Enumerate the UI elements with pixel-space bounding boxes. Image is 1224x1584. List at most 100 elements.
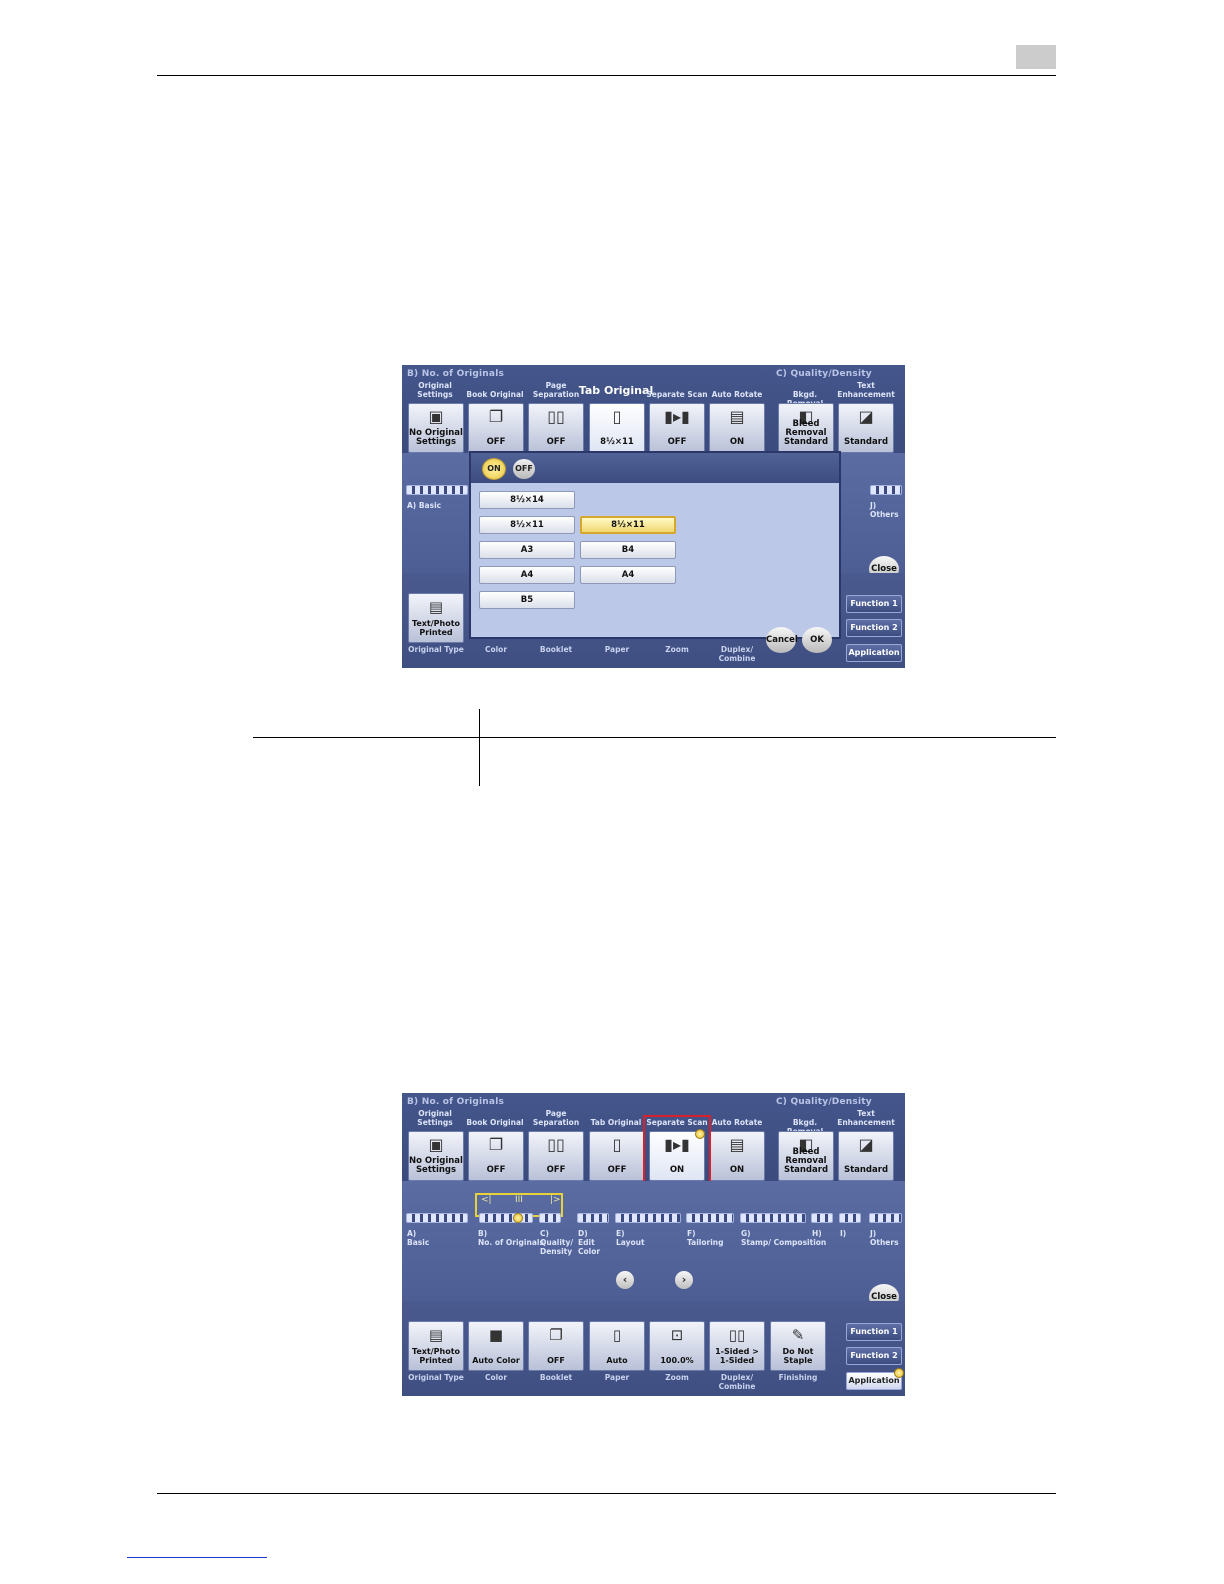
function-2-button[interactable]: Function 2 <box>846 1347 902 1365</box>
original-settings-icon: ▣ <box>428 1135 444 1154</box>
book-icon: ❐ <box>488 1135 504 1154</box>
on-toggle[interactable]: ON <box>483 459 505 479</box>
scroll-grip-icon: III <box>515 1195 523 1205</box>
separate-scan-icon: ▮▸▮ <box>664 407 690 426</box>
tab-label: Text Enhancement <box>837 381 895 399</box>
zoom-icon: ⊡ <box>670 1326 684 1344</box>
category-label-d: D) Edit Color <box>578 1229 601 1256</box>
auto-rotate-icon: ▤ <box>729 407 745 426</box>
function-label: Original Type <box>408 645 464 654</box>
section-label-c: C) Quality/Density <box>776 369 872 379</box>
paper-size-button[interactable]: A4 <box>479 566 575 584</box>
original-type-button[interactable]: ▤ Text/Photo Printed <box>408 1321 464 1371</box>
tab-label: Original Settings <box>417 381 453 399</box>
category-blocks[interactable] <box>479 1213 533 1223</box>
book-original-button[interactable]: ❐ OFF <box>468 403 524 453</box>
auto-rotate-button[interactable]: ▤ ON <box>709 1131 765 1181</box>
function-label: Zoom <box>665 645 689 654</box>
tab-original-button[interactable]: ▯ OFF <box>589 1131 645 1181</box>
table-cell-right <box>488 745 1048 763</box>
function-2-button[interactable]: Function 2 <box>846 619 902 637</box>
paper-size-button[interactable]: B5 <box>479 591 575 609</box>
footer-link-underline[interactable] <box>127 1557 267 1558</box>
function-band: ▤ Text/Photo Printed ■ Auto Color ❐ OFF ▯ Au… <box>402 1301 905 1396</box>
auto-rotate-icon: ▤ <box>729 1135 745 1154</box>
text-enhancement-button[interactable]: ◪ Standard <box>838 1131 894 1181</box>
tab-original-button[interactable]: ▯ 8½×11 <box>589 403 645 453</box>
paper-size-button-selected[interactable]: 8½×11 <box>580 516 676 534</box>
page-separation-icon: ▯▯ <box>547 407 565 426</box>
category-blocks[interactable] <box>577 1213 609 1223</box>
page-separation-button[interactable]: ▯▯ OFF <box>528 1131 584 1181</box>
category-blocks[interactable] <box>869 1213 902 1223</box>
category-blocks[interactable] <box>406 1213 468 1223</box>
category-label-e: E) Layout <box>616 1229 645 1247</box>
paper-size-button[interactable]: 8½×11 <box>479 516 575 534</box>
settings-tab-bar: B) No. of Originals C) Quality/Density O… <box>402 1093 905 1189</box>
category-blocks[interactable] <box>740 1213 806 1223</box>
category-label-a: A) Basic <box>407 1229 430 1247</box>
page-separation-icon: ▯▯ <box>547 1135 565 1154</box>
category-label-others: J) Others <box>870 501 899 519</box>
ok-button[interactable]: OK <box>802 627 832 653</box>
paper-button[interactable]: ▯ Auto <box>589 1321 645 1371</box>
category-blocks[interactable] <box>811 1213 833 1223</box>
finishing-button[interactable]: ✎ Do Not Staple <box>770 1321 826 1371</box>
cancel-button[interactable]: Cancel <box>766 627 798 653</box>
original-type-button[interactable]: ▤ Text/Photo Printed <box>408 593 464 643</box>
booklet-button[interactable]: ❐ OFF <box>528 1321 584 1371</box>
tab-label: Text Enhancement <box>837 1109 895 1127</box>
color-icon: ■ <box>488 1326 504 1344</box>
category-blocks[interactable] <box>539 1213 561 1223</box>
function-label: Duplex/ Combine <box>718 1373 756 1391</box>
category-label-basic: A) Basic <box>407 501 442 510</box>
category-label-c: C) Quality/ Density <box>540 1229 574 1256</box>
category-indicator-dot <box>513 1213 523 1223</box>
tab-original-dialog: ON OFF 8½×14 8½×11 A3 A4 B5 8½×11 B4 A4 <box>469 451 841 639</box>
application-button[interactable]: Application <box>846 644 902 662</box>
category-blocks[interactable] <box>686 1213 734 1223</box>
function-1-button[interactable]: Function 1 <box>846 1323 902 1341</box>
bkgd-removal-button[interactable]: ◧ Bleed Removal Standard <box>778 1131 834 1181</box>
off-toggle[interactable]: OFF <box>513 459 535 479</box>
original-settings-button[interactable]: ▣ No Original Settings <box>408 1131 464 1181</box>
function-1-button[interactable]: Function 1 <box>846 595 902 613</box>
settings-tab-bar: B) No. of Originals C) Quality/Density O… <box>402 365 905 453</box>
separate-scan-button[interactable]: ▮▸▮ OFF <box>649 403 705 453</box>
category-blocks[interactable] <box>839 1213 861 1223</box>
category-label-h: H) <box>812 1229 822 1238</box>
category-blocks[interactable] <box>406 485 468 495</box>
prev-arrow-icon[interactable]: ‹ <box>616 1271 634 1289</box>
category-blocks[interactable] <box>615 1213 681 1223</box>
auto-rotate-button[interactable]: ▤ ON <box>709 403 765 453</box>
text-enhancement-button[interactable]: ◪ Standard <box>838 403 894 453</box>
bkgd-removal-button[interactable]: ◧ Bleed Removal Standard <box>778 403 834 453</box>
paper-icon: ▯ <box>612 1326 622 1344</box>
next-arrow-icon[interactable]: › <box>675 1271 693 1289</box>
duplex-icon: ▯▯ <box>728 1326 746 1344</box>
page-separation-button[interactable]: ▯▯ OFF <box>528 403 584 453</box>
paper-size-button[interactable]: 8½×14 <box>479 491 575 509</box>
zoom-button[interactable]: ⊡ 100.0% <box>649 1321 705 1371</box>
text-enhancement-icon: ◪ <box>858 1135 874 1154</box>
active-indicator-dot <box>695 1129 705 1139</box>
category-blocks[interactable] <box>870 485 902 495</box>
duplex-button[interactable]: ▯▯ 1-Sided > 1-Sided <box>709 1321 765 1371</box>
function-label: Paper <box>604 1373 630 1382</box>
function-label: Booklet <box>539 645 573 654</box>
book-icon: ❐ <box>488 407 504 426</box>
paper-size-button[interactable]: B4 <box>580 541 676 559</box>
paper-size-button[interactable]: A4 <box>580 566 676 584</box>
dialog-header: ON OFF <box>471 453 839 483</box>
book-original-button[interactable]: ❐ OFF <box>468 1131 524 1181</box>
tab-original-icon: ▯ <box>612 407 622 426</box>
application-indicator-dot <box>894 1368 904 1378</box>
color-button[interactable]: ■ Auto Color <box>468 1321 524 1371</box>
table-divider <box>479 709 480 786</box>
function-label: Booklet <box>539 1373 573 1382</box>
category-label-j: J) Others <box>870 1229 899 1247</box>
original-settings-button[interactable]: ▣ No Original Settings <box>408 403 464 453</box>
staple-icon: ✎ <box>791 1326 805 1344</box>
category-label-i: I) <box>840 1229 847 1238</box>
paper-size-button[interactable]: A3 <box>479 541 575 559</box>
